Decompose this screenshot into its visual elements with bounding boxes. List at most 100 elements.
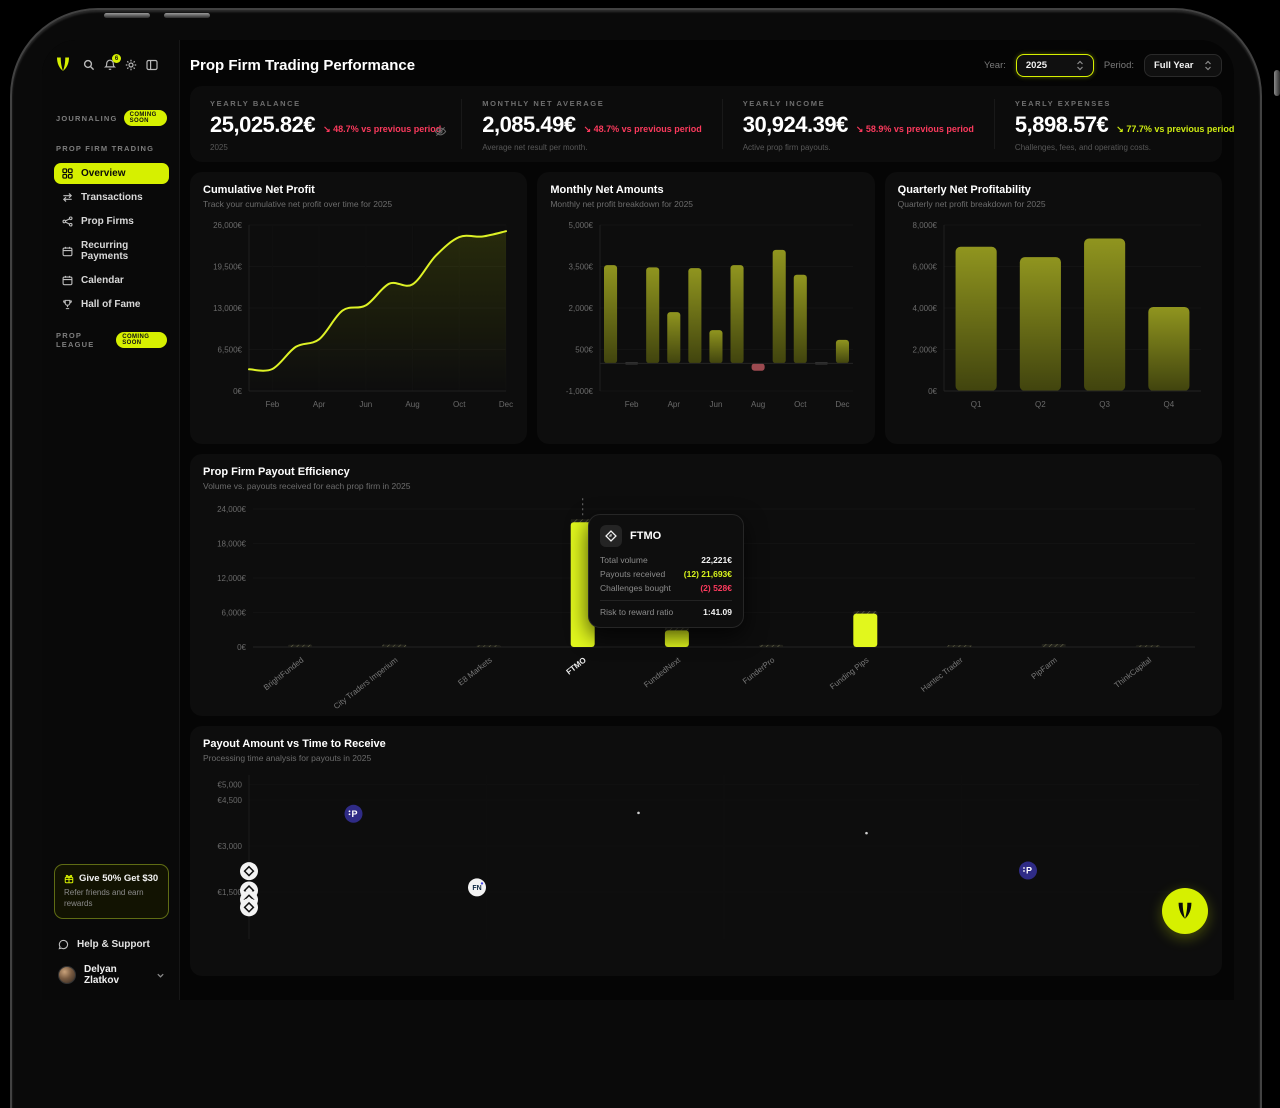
calendar-icon <box>62 246 73 257</box>
chart-subtitle: Volume vs. payouts received for each pro… <box>203 481 1209 491</box>
floating-logo-button[interactable] <box>1162 888 1208 934</box>
sidebar-item-hall-of-fame[interactable]: Hall of Fame <box>54 294 169 315</box>
kpi-delta: ↘ 58.9% vs previous period <box>856 124 974 135</box>
tablet-frame: 6 JOURNALING COMING SOON PROP FIRM TRADI… <box>10 8 1262 1108</box>
year-label: Year: <box>984 60 1006 71</box>
svg-text:Dec: Dec <box>499 400 513 409</box>
coming-soon-badge: COMING SOON <box>116 332 167 348</box>
search-icon[interactable] <box>83 59 95 71</box>
sidebar-topbar: 6 <box>54 56 169 74</box>
sidebar-item-prop-firms[interactable]: Prop Firms <box>54 211 169 232</box>
app-screen: 6 JOURNALING COMING SOON PROP FIRM TRADI… <box>42 40 1234 1000</box>
kpi-note: Average net result per month. <box>482 143 701 152</box>
chart-tooltip: FTMO Total volume22,221€ Payouts receive… <box>588 514 744 628</box>
svg-text:6,000€: 6,000€ <box>912 263 937 272</box>
kpi-value: 25,025.82€ <box>210 112 315 138</box>
svg-text:18,000€: 18,000€ <box>217 540 246 549</box>
kpi-label: YEARLY INCOME <box>743 99 974 108</box>
sidebar-item-label: Transactions <box>81 192 143 203</box>
chevron-down-icon <box>156 971 165 980</box>
eye-off-icon[interactable] <box>434 125 447 138</box>
kpi-value: 2,085.49€ <box>482 112 575 138</box>
tooltip-label: Total volume <box>600 555 648 565</box>
svg-text:Jun: Jun <box>359 400 372 409</box>
sidebar-item-label: Hall of Fame <box>81 299 140 310</box>
settings-gear-icon[interactable] <box>125 59 137 71</box>
kpi-label: YEARLY BALANCE <box>210 99 441 108</box>
period-select[interactable]: Full Year <box>1144 54 1222 77</box>
svg-text:Hantec Trader: Hantec Trader <box>919 655 965 694</box>
app-logo-icon <box>54 56 72 74</box>
sidebar-nav: Overview Transactions Prop Firms <box>54 163 169 315</box>
tooltip-value: (2) 528€ <box>700 583 732 593</box>
notification-badge: 6 <box>112 54 121 63</box>
tooltip-value: 22,221€ <box>701 555 732 565</box>
referral-subtitle: Refer friends and earn rewards <box>64 888 159 910</box>
referral-card[interactable]: Give 50% Get $30 Refer friends and earn … <box>54 864 169 919</box>
sidebar-item-label: Prop Firms <box>81 216 134 227</box>
svg-text:4,000€: 4,000€ <box>912 304 937 313</box>
svg-text:Q2: Q2 <box>1035 400 1046 409</box>
help-support-button[interactable]: Help & Support <box>54 933 169 956</box>
select-chevrons-icon <box>1204 60 1212 71</box>
sidebar-bottom: Give 50% Get $30 Refer friends and earn … <box>54 864 169 990</box>
bell-icon[interactable]: 6 <box>104 59 116 71</box>
payout-time-scatter-chart[interactable]: €5,000€4,500€3,000€1,500PFNP <box>203 769 1209 939</box>
sidebar-item-recurring-payments[interactable]: Recurring Payments <box>54 235 169 267</box>
gift-icon <box>64 874 74 884</box>
tooltip-value: (12) 21,693€ <box>684 569 732 579</box>
cumulative-net-profit-chart[interactable]: 0€6,500€13,000€19,500€26,000€FebAprJunAu… <box>203 215 514 427</box>
avatar <box>58 966 76 984</box>
svg-text:Feb: Feb <box>625 400 639 409</box>
svg-text:Apr: Apr <box>668 400 681 409</box>
kpi-row: YEARLY BALANCE 25,025.82€ ↘ 48.7% vs pre… <box>190 86 1222 162</box>
svg-text:P: P <box>1026 866 1032 876</box>
user-profile-button[interactable]: Delyan Zlatkov <box>54 956 169 990</box>
network-icon <box>62 216 73 227</box>
chart-title: Quarterly Net Profitability <box>898 184 1209 196</box>
svg-text:12,000€: 12,000€ <box>217 574 246 583</box>
svg-text:ThinkCapital: ThinkCapital <box>1113 655 1154 690</box>
section-label: PROP LEAGUE <box>56 331 110 349</box>
payout-time-card: Payout Amount vs Time to Receive Process… <box>190 726 1222 976</box>
coming-soon-badge: COMING SOON <box>124 110 167 126</box>
svg-text:Apr: Apr <box>313 400 326 409</box>
sidebar-item-calendar[interactable]: Calendar <box>54 270 169 291</box>
quarterly-net-profitability-card: Quarterly Net Profitability Quarterly ne… <box>885 172 1222 444</box>
chart-subtitle: Quarterly net profit breakdown for 2025 <box>898 199 1209 209</box>
kpi-value: 30,924.39€ <box>743 112 848 138</box>
svg-text:Q4: Q4 <box>1163 400 1174 409</box>
chart-subtitle: Monthly net profit breakdown for 2025 <box>550 199 861 209</box>
referral-title: Give 50% Get $30 <box>79 873 158 884</box>
quarterly-net-profitability-chart[interactable]: 0€2,000€4,000€6,000€8,000€Q1Q2Q3Q4 <box>898 215 1209 427</box>
select-chevrons-icon <box>1076 60 1084 71</box>
svg-text:8,000€: 8,000€ <box>912 221 937 230</box>
svg-text:Feb: Feb <box>265 400 279 409</box>
svg-text:Funding Pips: Funding Pips <box>828 655 870 691</box>
svg-text:2,000€: 2,000€ <box>569 304 594 313</box>
sidebar-item-label: Recurring Payments <box>81 240 161 262</box>
year-value: 2025 <box>1026 60 1047 71</box>
main-content: Prop Firm Trading Performance Year: 2025… <box>180 40 1234 1000</box>
sidebar-item-transactions[interactable]: Transactions <box>54 187 169 208</box>
svg-text:13,000€: 13,000€ <box>213 304 242 313</box>
svg-text:500€: 500€ <box>576 346 594 355</box>
section-prop-league: PROP LEAGUE COMING SOON <box>56 331 167 349</box>
sidebar-item-overview[interactable]: Overview <box>54 163 169 184</box>
kpi-monthly-net-average: MONTHLY NET AVERAGE 2,085.49€ ↘ 48.7% vs… <box>461 99 721 149</box>
kpi-delta: ↘ 77.7% vs previous period <box>1116 124 1234 135</box>
panel-toggle-icon[interactable] <box>146 59 158 71</box>
svg-text:0€: 0€ <box>928 387 937 396</box>
monthly-net-amounts-chart[interactable]: -1,000€500€2,000€3,500€5,000€FebAprJunAu… <box>550 215 861 427</box>
section-label: JOURNALING <box>56 114 118 123</box>
svg-text:BrightFunded: BrightFunded <box>262 655 305 692</box>
year-select[interactable]: 2025 <box>1016 54 1094 77</box>
tooltip-label: Challenges bought <box>600 583 671 593</box>
sidebar-item-label: Calendar <box>81 275 124 286</box>
chart-title: Prop Firm Payout Efficiency <box>203 466 1209 478</box>
tooltip-label: Risk to reward ratio <box>600 607 673 617</box>
svg-text:19,500€: 19,500€ <box>213 263 242 272</box>
section-label: PROP FIRM TRADING <box>56 144 154 153</box>
kpi-yearly-income: YEARLY INCOME 30,924.39€ ↘ 58.9% vs prev… <box>722 99 994 149</box>
tooltip-value: 1:41.09 <box>703 607 732 617</box>
